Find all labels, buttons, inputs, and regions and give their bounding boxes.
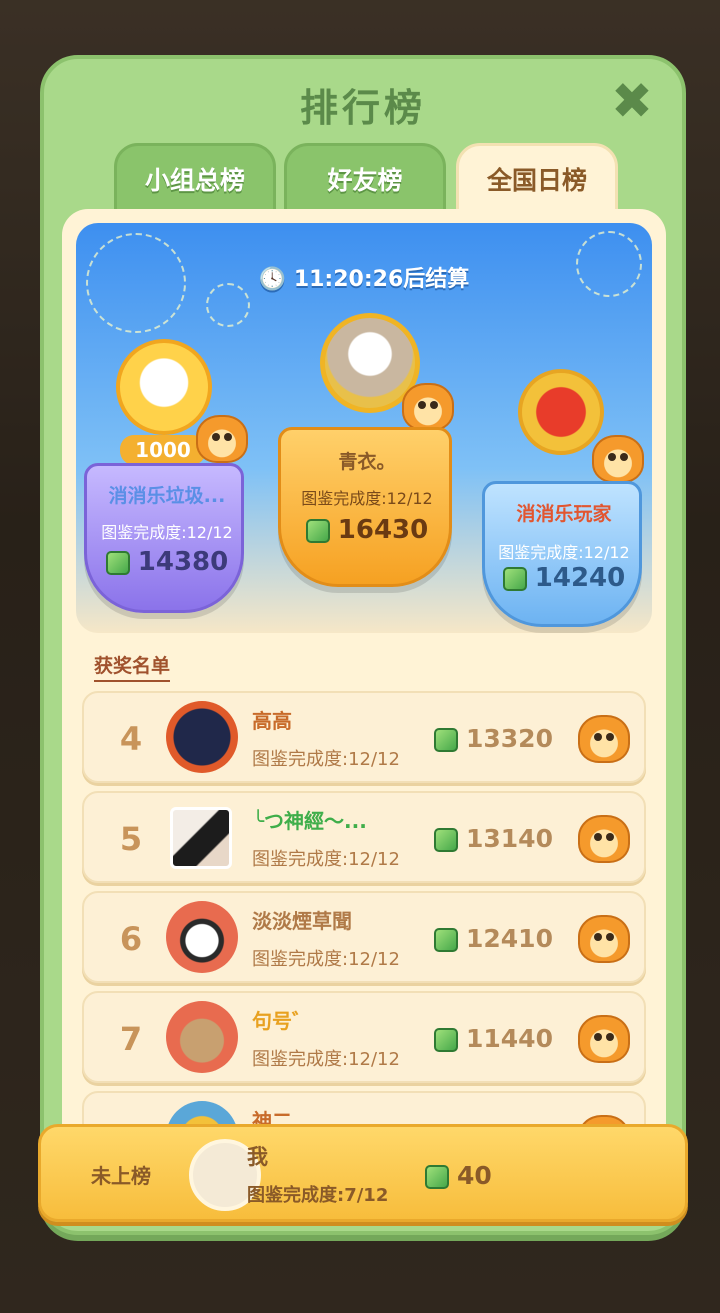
tiger-icon [196, 415, 248, 463]
player-score: 14380 [82, 547, 252, 577]
avatar [166, 701, 238, 773]
tab-bar: 小组总榜 好友榜 全国日榜 [114, 143, 634, 213]
green-cube-icon [425, 1165, 449, 1189]
player-score: 13140 [434, 793, 553, 885]
podium-second[interactable]: 1000 消消乐垃圾... 图鉴完成度:12/12 14380 [82, 333, 252, 623]
close-icon[interactable]: ✖ [608, 76, 656, 126]
avatar [166, 901, 238, 973]
score-value: 13140 [466, 824, 553, 853]
tiger-icon [578, 815, 630, 863]
clock-icon: 🕓 [258, 267, 287, 292]
score-value: 40 [457, 1161, 492, 1190]
green-cube-icon [105, 550, 130, 575]
tiger-icon [578, 915, 630, 963]
player-progress: 图鉴完成度:12/12 [498, 543, 630, 562]
tiger-icon [402, 383, 454, 431]
podium-area: 🕓 11:20:26后结算 1000 消消乐垃圾... 图鉴完成度:12/12 … [76, 223, 652, 633]
list-item[interactable]: 6 淡淡煙草聞 图鉴完成度:12/12 12410 [82, 891, 646, 983]
player-score: 13320 [434, 693, 553, 785]
green-cube-icon [434, 728, 458, 752]
my-name: 我 [247, 1145, 268, 1169]
player-name: 消消乐垃圾... [108, 485, 226, 507]
my-score: 40 [425, 1127, 492, 1225]
my-rank-status: 未上榜 [91, 1164, 151, 1188]
timer-text: 11:20:26后结算 [293, 267, 470, 292]
tab-friends[interactable]: 好友榜 [284, 143, 446, 213]
player-name: ╰つ神經～... [252, 809, 367, 833]
avatar [166, 1001, 238, 1073]
rank-number: 4 [119, 720, 143, 758]
green-cube-icon [434, 1028, 458, 1052]
player-name: 青衣。 [338, 451, 396, 473]
player-score: 16430 [272, 515, 462, 545]
player-progress: 图鉴完成度:12/12 [101, 523, 233, 542]
podium-third[interactable]: 消消乐玩家 图鉴完成度:12/12 14240 [474, 363, 652, 633]
player-progress: 图鉴完成度:12/12 [252, 1049, 400, 1070]
podium-first[interactable]: 青衣。 图鉴完成度:12/12 16430 [272, 303, 462, 603]
list-item[interactable]: 4 高高 图鉴完成度:12/12 13320 [82, 691, 646, 783]
winners-label: 获奖名单 [94, 651, 171, 682]
panel-title: 排行榜 [299, 86, 426, 130]
rank-number: 5 [119, 820, 143, 858]
player-progress: 图鉴完成度:12/12 [252, 849, 400, 870]
green-cube-icon [502, 566, 527, 591]
tab-group-total[interactable]: 小组总榜 [114, 143, 276, 213]
tiger-icon [578, 1015, 630, 1063]
countdown-timer: 🕓 11:20:26后结算 [76, 261, 652, 293]
player-progress: 图鉴完成度:12/12 [301, 489, 433, 508]
player-progress: 图鉴完成度:12/12 [252, 749, 400, 770]
leaderboard-content: 🕓 11:20:26后结算 1000 消消乐垃圾... 图鉴完成度:12/12 … [62, 209, 666, 1219]
green-cube-icon [434, 928, 458, 952]
player-name: 淡淡煙草聞 [252, 909, 352, 933]
list-item[interactable]: 7 句号゛ 图鉴完成度:12/12 11440 [82, 991, 646, 1083]
score-value: 11440 [466, 1024, 553, 1053]
score-value: 13320 [466, 724, 553, 753]
list-item[interactable]: 5 ╰つ神經～... 图鉴完成度:12/12 13140 [82, 791, 646, 883]
player-name: 句号゛ [252, 1009, 312, 1033]
tiger-icon [578, 715, 630, 763]
player-avatar [518, 369, 604, 455]
leaderboard-panel: 排行榜 ✖ 小组总榜 好友榜 全国日榜 🕓 11:20:26后结算 1000 消… [40, 55, 686, 1235]
my-rank-bar[interactable]: 未上榜 我 图鉴完成度:7/12 40 [38, 1124, 688, 1222]
avatar-badge: 1000 [120, 435, 206, 465]
player-score: 12410 [434, 893, 553, 985]
green-cube-icon [305, 518, 330, 543]
player-score: 14240 [474, 563, 652, 593]
rank-number: 6 [119, 920, 143, 958]
avatar [170, 807, 232, 869]
player-name: 高高 [252, 709, 292, 733]
rank-number: 7 [119, 1020, 143, 1058]
player-avatar [116, 339, 212, 435]
player-score: 11440 [434, 993, 553, 1085]
player-progress: 图鉴完成度:12/12 [252, 949, 400, 970]
score-value: 16430 [337, 515, 429, 545]
score-value: 14240 [534, 563, 626, 593]
score-value: 12410 [466, 924, 553, 953]
tiger-icon [592, 435, 644, 483]
green-cube-icon [434, 828, 458, 852]
my-progress: 图鉴完成度:7/12 [247, 1185, 389, 1206]
tab-national-daily[interactable]: 全国日榜 [456, 143, 618, 213]
score-value: 14380 [137, 547, 229, 577]
player-name: 消消乐玩家 [516, 503, 612, 525]
